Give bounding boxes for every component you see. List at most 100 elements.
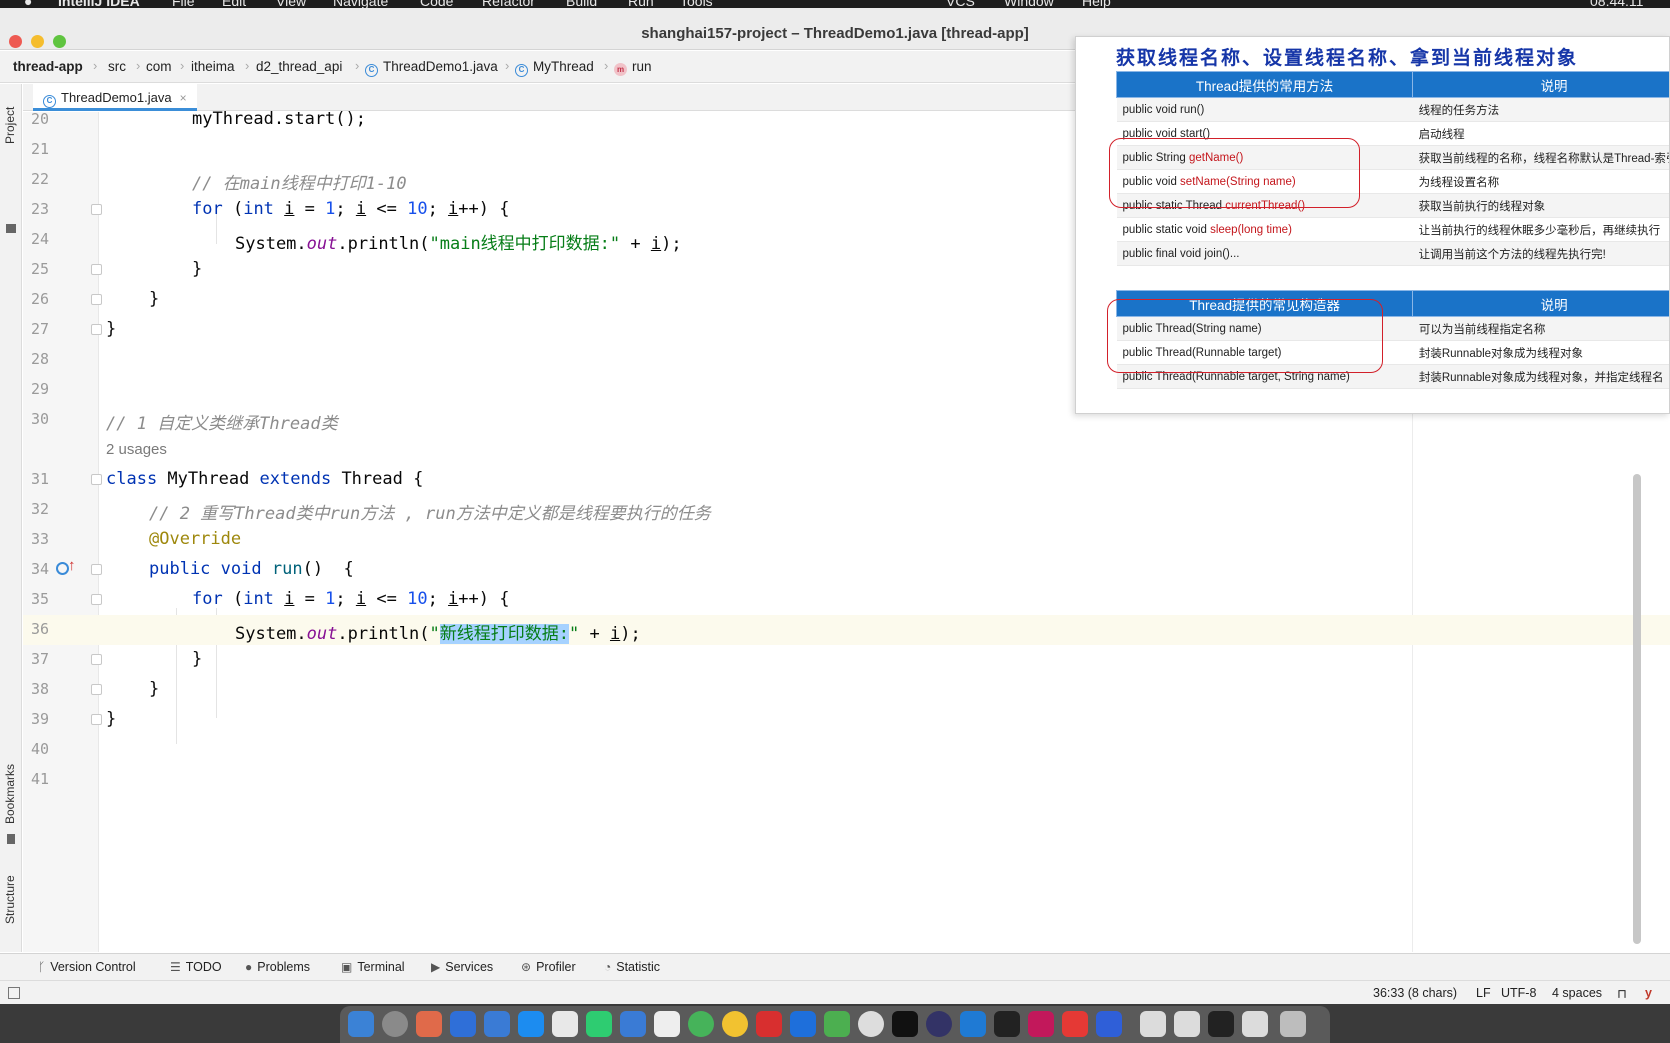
fold-marker[interactable]: [91, 654, 102, 665]
tool-services[interactable]: ▶ Services: [431, 960, 493, 974]
tool-terminal[interactable]: ▣ Terminal: [341, 960, 405, 974]
menu-navigate[interactable]: Navigate: [333, 0, 388, 8]
menu-vcs[interactable]: VCS: [946, 0, 975, 8]
window-thumbnail[interactable]: [1174, 1011, 1200, 1037]
tool-problems[interactable]: ● Problems: [245, 960, 310, 974]
line-number: 34: [30, 560, 49, 578]
breadcrumb-method[interactable]: m run: [614, 59, 652, 76]
app-icon[interactable]: [824, 1011, 850, 1037]
trash-icon[interactable]: [1280, 1011, 1306, 1037]
window-thumbnail[interactable]: [1140, 1011, 1166, 1037]
terminal-icon: ▣: [341, 960, 353, 974]
line-number: 33: [30, 530, 49, 548]
menu-help[interactable]: Help: [1082, 0, 1111, 8]
line-number: 32: [30, 500, 49, 518]
chevron-right-icon: ›: [355, 58, 360, 73]
fold-marker[interactable]: [91, 264, 102, 275]
app-icon[interactable]: [654, 1011, 680, 1037]
breadcrumb-file-label: ThreadDemo1.java: [383, 59, 498, 74]
youdao-icon[interactable]: [756, 1011, 782, 1037]
menu-refactor[interactable]: Refactor: [482, 0, 535, 8]
menu-build[interactable]: Build: [566, 0, 597, 8]
wechat-icon[interactable]: [586, 1011, 612, 1037]
code-line: 31 class MyThread extends Thread {: [23, 465, 1670, 495]
menu-file[interactable]: File: [172, 0, 195, 8]
app-icon[interactable]: [688, 1011, 714, 1037]
breadcrumb-class[interactable]: C MyThread: [515, 59, 594, 77]
selected-text[interactable]: 新线程打印数据:: [439, 624, 569, 644]
file-encoding[interactable]: UTF-8: [1501, 986, 1536, 1000]
breadcrumb-file[interactable]: C ThreadDemo1.java: [365, 59, 498, 77]
layout-toggle-icon[interactable]: [8, 987, 20, 999]
fold-marker[interactable]: [91, 594, 102, 605]
menu-run[interactable]: Run: [628, 0, 654, 8]
lock-icon[interactable]: ⊓: [1617, 986, 1627, 1001]
app-icon[interactable]: [858, 1011, 884, 1037]
settings-icon[interactable]: [382, 1011, 408, 1037]
menu-tools[interactable]: Tools: [680, 0, 713, 8]
fold-marker[interactable]: [91, 564, 102, 575]
plugin-icon[interactable]: y: [1645, 986, 1652, 1000]
tab-label: ThreadDemo1.java: [61, 90, 172, 105]
structure-tool-button[interactable]: Structure: [3, 875, 17, 924]
window-thumbnail[interactable]: [1242, 1011, 1268, 1037]
app-store-icon[interactable]: [518, 1011, 544, 1037]
fold-marker[interactable]: [91, 474, 102, 485]
fold-marker[interactable]: [91, 294, 102, 305]
vscode-icon[interactable]: [960, 1011, 986, 1037]
fold-marker[interactable]: [91, 204, 102, 215]
code-line: 41: [23, 765, 1670, 795]
launchpad-icon[interactable]: [416, 1011, 442, 1037]
close-icon[interactable]: ×: [180, 91, 187, 105]
app-icon[interactable]: [790, 1011, 816, 1037]
obs-icon[interactable]: [926, 1011, 952, 1037]
chrome-icon[interactable]: [722, 1011, 748, 1037]
app-icon[interactable]: [620, 1011, 646, 1037]
project-tool-button[interactable]: Project: [3, 107, 17, 144]
indent-setting[interactable]: 4 spaces: [1552, 986, 1602, 1000]
breadcrumb-com[interactable]: com: [146, 59, 172, 74]
menu-window[interactable]: Window: [1004, 0, 1054, 8]
breadcrumb-package[interactable]: d2_thread_api: [256, 59, 342, 74]
warning-icon: ●: [245, 960, 253, 974]
app-icon[interactable]: [484, 1011, 510, 1037]
code-line: 40: [23, 735, 1670, 765]
tool-version-control[interactable]: ᚴ Version Control: [38, 960, 136, 974]
caret-position[interactable]: 36:33 (8 chars): [1373, 986, 1457, 1000]
tool-profiler[interactable]: ⊛ Profiler: [521, 960, 576, 974]
window-thumbnail[interactable]: [1208, 1011, 1234, 1037]
fold-marker[interactable]: [91, 324, 102, 335]
tool-todo[interactable]: ☰ TODO: [170, 960, 222, 974]
menu-view[interactable]: View: [276, 0, 306, 8]
breadcrumb-src[interactable]: src: [108, 59, 126, 74]
breadcrumb-itheima[interactable]: itheima: [191, 59, 235, 74]
fold-marker[interactable]: [91, 714, 102, 725]
table-cell: 封装Runnable对象成为线程对象: [1412, 340, 1669, 365]
class-icon: C: [515, 64, 528, 77]
editor-scrollbar[interactable]: [1633, 474, 1641, 944]
apple-icon[interactable]: ●: [24, 0, 32, 8]
finder-icon[interactable]: [348, 1011, 374, 1037]
tool-label: TODO: [185, 960, 222, 974]
fold-marker[interactable]: [91, 684, 102, 695]
wps-icon[interactable]: [1062, 1011, 1088, 1037]
app-icon[interactable]: [552, 1011, 578, 1037]
code-text: public void run() {: [149, 559, 354, 579]
menu-code[interactable]: Code: [420, 0, 453, 8]
tool-statistic[interactable]: ◔ Statistic: [604, 960, 660, 974]
intellij-icon[interactable]: [1028, 1011, 1054, 1037]
usages-hint[interactable]: 2 usages: [106, 441, 167, 458]
app-icon[interactable]: [450, 1011, 476, 1037]
menu-app-name[interactable]: IntelliJ IDEA: [58, 0, 140, 8]
bookmarks-tool-button[interactable]: Bookmarks: [3, 764, 17, 824]
code-line: 34 ↑ public void run() {: [23, 555, 1670, 585]
line-separator[interactable]: LF: [1476, 986, 1491, 1000]
terminal-app-icon[interactable]: [892, 1011, 918, 1037]
breadcrumb-project[interactable]: thread-app: [13, 59, 83, 74]
menu-edit[interactable]: Edit: [222, 0, 246, 8]
status-bar: 36:33 (8 chars) LF UTF-8 4 spaces ⊓ y: [0, 980, 1670, 1004]
datagrip-icon[interactable]: [994, 1011, 1020, 1037]
app-icon[interactable]: [1096, 1011, 1122, 1037]
code-line: 37 }: [23, 645, 1670, 675]
arrow-up-icon[interactable]: ↑: [68, 557, 76, 574]
